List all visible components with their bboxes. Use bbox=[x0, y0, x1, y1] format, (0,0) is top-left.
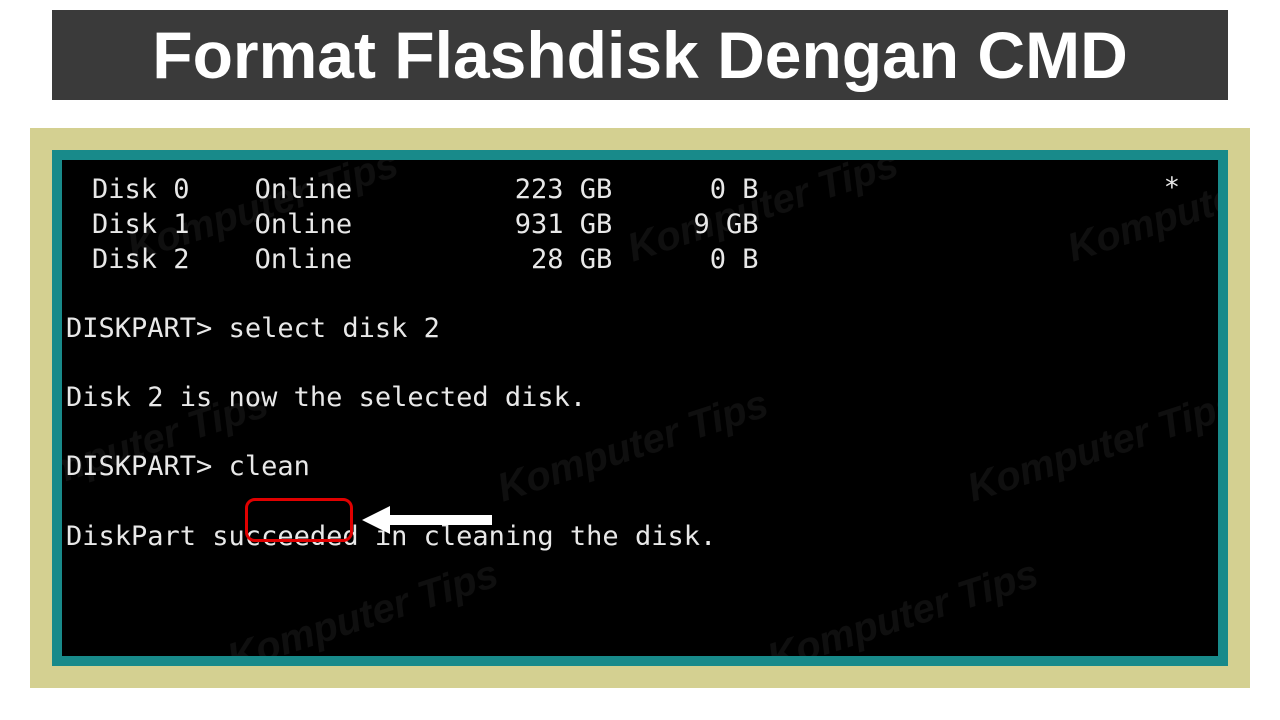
command-text: clean bbox=[229, 451, 310, 482]
command-line-select: DISKPART> select disk 2 bbox=[62, 311, 1208, 346]
watermark: Komputer Tips bbox=[221, 548, 505, 656]
outer-frame: Komputer Tips Komputer Tips Komputer Tip… bbox=[30, 128, 1250, 688]
response-cleaned: DiskPart succeeded in cleaning the disk. bbox=[62, 519, 1208, 554]
disk-row: Disk 2 Online 28 GB 0 B bbox=[92, 244, 759, 275]
prompt: DISKPART> bbox=[66, 451, 212, 482]
response-selected: Disk 2 is now the selected disk. bbox=[62, 380, 1208, 415]
terminal-window[interactable]: Komputer Tips Komputer Tips Komputer Tip… bbox=[62, 160, 1218, 656]
disk-row: Disk 0 Online 223 GB 0 B bbox=[92, 174, 759, 205]
prompt: DISKPART> bbox=[66, 313, 212, 344]
disk-row: Disk 1 Online 931 GB 9 GB bbox=[92, 209, 759, 240]
disk-list: Disk 0 Online 223 GB 0 B Disk 1 Online 9… bbox=[62, 172, 1208, 277]
gpt-marker: * bbox=[1164, 170, 1180, 205]
title-bar: Format Flashdisk Dengan CMD bbox=[52, 10, 1228, 100]
command-text: select disk 2 bbox=[229, 313, 440, 344]
watermark: Komputer Tips bbox=[761, 548, 1045, 656]
command-line-clean: DISKPART> clean bbox=[62, 449, 1208, 484]
terminal-border: Komputer Tips Komputer Tips Komputer Tip… bbox=[52, 150, 1228, 666]
page-title: Format Flashdisk Dengan CMD bbox=[152, 17, 1127, 93]
